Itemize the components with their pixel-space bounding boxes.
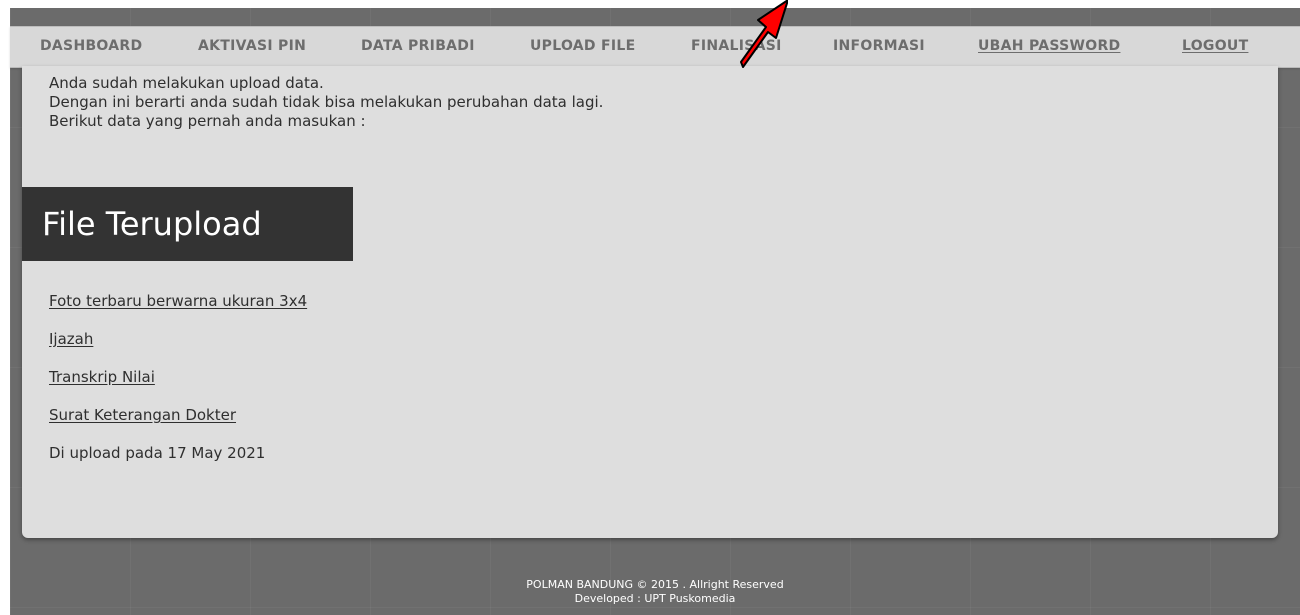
section-title: File Terupload [22, 187, 353, 261]
red-arrow-pointer-icon [740, 0, 788, 68]
main-navbar: DASHBOARD AKTIVASI PIN DATA PRIBADI UPLO… [10, 26, 1300, 68]
footer: POLMAN BANDUNG © 2015 . Allright Reserve… [10, 578, 1300, 606]
nav-ubah-password[interactable]: UBAH PASSWORD [978, 27, 1120, 65]
intro-line-3: Berikut data yang pernah anda masukan : [49, 112, 366, 130]
nav-upload-file[interactable]: UPLOAD FILE [530, 27, 635, 65]
footer-developer: Developed : UPT Puskomedia [574, 592, 736, 605]
intro-line-1: Anda sudah melakukan upload data. [49, 74, 324, 92]
nav-informasi[interactable]: INFORMASI [833, 27, 925, 65]
file-link-foto[interactable]: Foto terbaru berwarna ukuran 3x4 [49, 292, 307, 310]
nav-dashboard[interactable]: DASHBOARD [40, 27, 142, 65]
nav-logout[interactable]: LOGOUT [1182, 27, 1248, 65]
nav-aktivasi-pin[interactable]: AKTIVASI PIN [198, 27, 306, 65]
nav-data-pribadi[interactable]: DATA PRIBADI [361, 27, 475, 65]
upload-date: Di upload pada 17 May 2021 [49, 444, 266, 462]
file-link-ijazah[interactable]: Ijazah [49, 330, 93, 348]
intro-text: Anda sudah melakukan upload data. Dengan… [49, 74, 603, 131]
footer-copyright: POLMAN BANDUNG © 2015 . Allright Reserve… [526, 578, 784, 591]
content-card: Anda sudah melakukan upload data. Dengan… [22, 66, 1278, 538]
intro-line-2: Dengan ini berarti anda sudah tidak bisa… [49, 93, 604, 111]
file-link-transkrip[interactable]: Transkrip Nilai [49, 368, 155, 386]
file-link-surat-dokter[interactable]: Surat Keterangan Dokter [49, 406, 236, 424]
